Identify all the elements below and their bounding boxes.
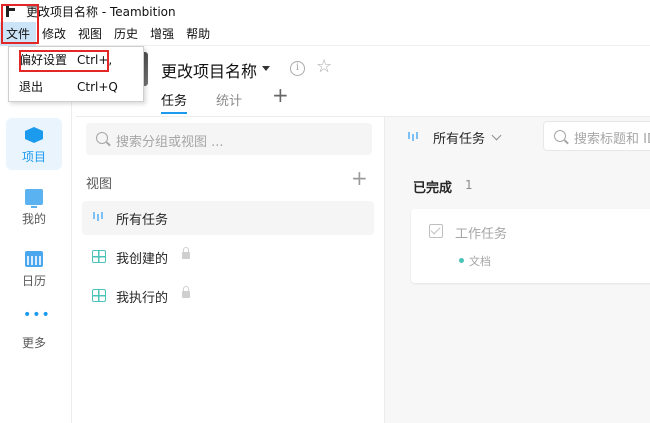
menu-bar: 文件 修改 视图 历史 增强 帮助 bbox=[0, 21, 650, 46]
view-item-all-tasks[interactable]: 所有任务 bbox=[82, 201, 374, 235]
views-search-placeholder: 搜索分组或视图 ... bbox=[116, 135, 224, 150]
add-view-plus-icon[interactable]: + bbox=[351, 167, 368, 189]
nav-item-projects[interactable]: 项目 bbox=[6, 118, 62, 170]
tab-tasks[interactable]: 任务 bbox=[161, 90, 187, 109]
quit-label: 退出 bbox=[19, 80, 44, 94]
more-dots-icon bbox=[23, 307, 51, 329]
info-icon[interactable]: i bbox=[290, 61, 305, 76]
tag-dot-icon bbox=[459, 258, 464, 263]
caret-down-icon[interactable] bbox=[262, 66, 270, 71]
menu-help[interactable]: 帮助 bbox=[180, 22, 216, 46]
star-icon[interactable]: ☆ bbox=[316, 57, 332, 77]
tasks-area: 所有任务 搜索标题和 ID 已完成 1 工作任务 文档 bbox=[385, 117, 650, 423]
view-item-created-by-me[interactable]: 我创建的 bbox=[82, 240, 374, 274]
add-tab-plus-icon[interactable]: + bbox=[272, 84, 289, 106]
view-label: 所有任务 bbox=[116, 213, 169, 228]
group-title: 已完成 bbox=[413, 181, 453, 196]
table-icon bbox=[92, 250, 106, 263]
task-checkbox-icon[interactable] bbox=[429, 224, 443, 238]
quit-shortcut: Ctrl+Q bbox=[77, 80, 118, 94]
highlight-file-menu bbox=[1, 4, 39, 44]
task-search-input[interactable]: 搜索标题和 ID bbox=[543, 121, 650, 151]
nav-label: 日历 bbox=[21, 274, 46, 288]
task-search-placeholder: 搜索标题和 ID bbox=[574, 132, 650, 147]
menu-item-quit[interactable]: 退出 Ctrl+Q bbox=[9, 74, 143, 101]
nav-item-mine[interactable]: 我的 bbox=[6, 180, 62, 232]
task-title: 工作任务 bbox=[455, 227, 508, 242]
lock-icon bbox=[182, 247, 190, 259]
chevron-down-icon bbox=[491, 130, 502, 140]
nav-label: 更多 bbox=[21, 336, 46, 350]
project-title[interactable]: 更改项目名称 bbox=[161, 58, 257, 82]
view-item-assigned-to-me[interactable]: 我执行的 bbox=[82, 279, 374, 313]
tab-stats[interactable]: 统计 bbox=[216, 90, 242, 109]
menu-edit[interactable]: 修改 bbox=[36, 22, 72, 46]
search-icon bbox=[96, 132, 108, 144]
task-card[interactable]: 工作任务 文档 bbox=[411, 209, 650, 283]
all-tasks-icon bbox=[92, 211, 106, 224]
nav-item-calendar[interactable]: 日历 bbox=[6, 242, 62, 294]
highlight-preferences bbox=[19, 50, 109, 72]
window-title: 更改项目名称 - Teambition bbox=[26, 4, 176, 19]
menu-history[interactable]: 历史 bbox=[108, 22, 144, 46]
nav-label: 项目 bbox=[21, 150, 46, 164]
project-icon bbox=[25, 127, 43, 143]
menu-view[interactable]: 视图 bbox=[72, 22, 108, 46]
nav-item-more[interactable]: 更多 bbox=[6, 304, 62, 356]
active-tab-indicator bbox=[161, 112, 187, 114]
views-search-input[interactable]: 搜索分组或视图 ... bbox=[86, 123, 372, 155]
search-icon bbox=[554, 130, 566, 142]
task-filter-dropdown[interactable]: 所有任务 bbox=[407, 127, 502, 147]
monitor-icon bbox=[25, 189, 43, 208]
menu-enhance[interactable]: 增强 bbox=[144, 22, 180, 46]
calendar-icon bbox=[25, 251, 43, 267]
view-label: 我执行的 bbox=[116, 291, 169, 306]
views-panel: 搜索分组或视图 ... 视图 + 所有任务 我创建的 我执行的 bbox=[76, 117, 384, 423]
views-section-title: 视图 bbox=[86, 177, 113, 192]
group-count: 1 bbox=[465, 178, 473, 192]
view-label: 我创建的 bbox=[116, 252, 169, 267]
lock-icon bbox=[182, 286, 190, 298]
title-bar: 更改项目名称 - Teambition bbox=[0, 0, 650, 22]
filter-label: 所有任务 bbox=[433, 131, 486, 147]
all-tasks-icon bbox=[407, 131, 421, 144]
left-nav: 项目 我的 日历 更多 bbox=[0, 102, 72, 423]
task-tag: 文档 bbox=[469, 255, 491, 268]
table-icon bbox=[92, 289, 106, 302]
nav-label: 我的 bbox=[21, 212, 46, 226]
